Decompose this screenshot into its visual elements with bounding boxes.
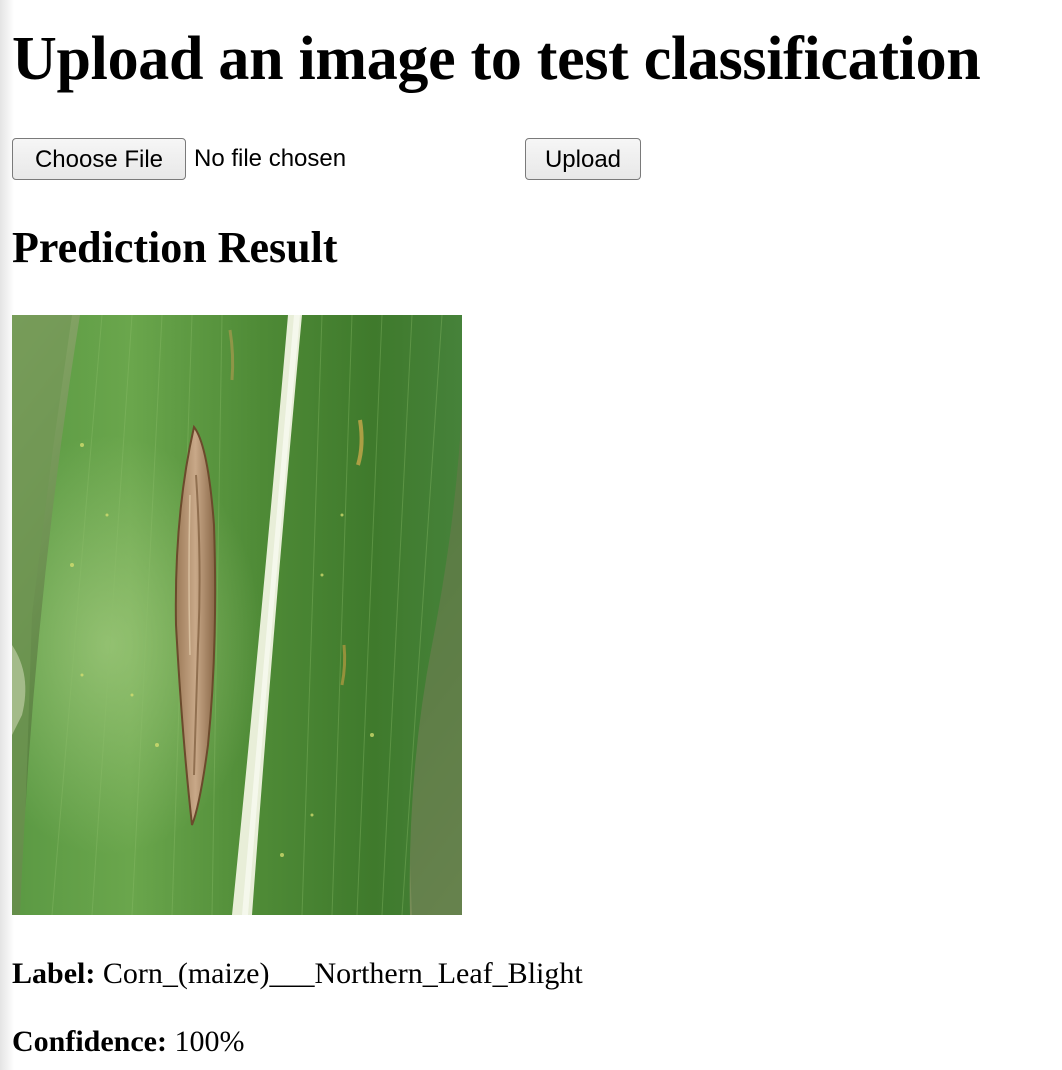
label-value: Corn_(maize)___Northern_Leaf_Blight [102,957,583,990]
label-key: Label: [12,957,96,990]
file-status-text: No file chosen [194,145,347,172]
page-title: Upload an image to test classification [12,25,981,93]
uploaded-leaf-image [12,315,462,915]
choose-file-button[interactable]: Choose File [12,138,186,180]
label-line: Label: Corn_(maize)___Northern_Leaf_Blig… [12,954,583,994]
confidence-key: Confidence: [12,1025,167,1058]
upload-form: Choose File No file chosen Upload [12,138,652,182]
confidence-line: Confidence: 100% [12,1022,244,1062]
upload-button[interactable]: Upload [525,138,641,180]
prediction-result-heading: Prediction Result [12,223,338,272]
confidence-value: 100% [174,1025,245,1058]
